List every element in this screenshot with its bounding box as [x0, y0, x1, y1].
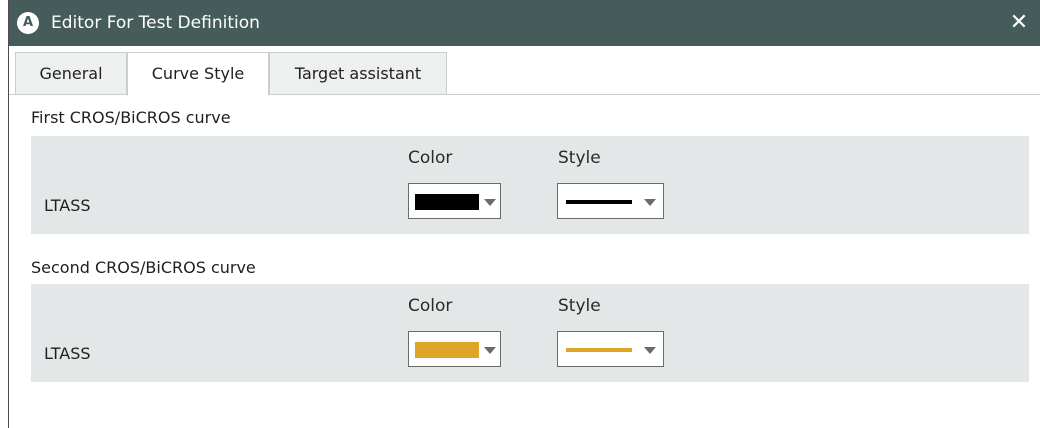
first-style-dropdown[interactable]: [557, 183, 664, 219]
section-title-first-curve: First CROS/BiCROS curve: [31, 108, 231, 127]
left-window-border: [0, 0, 9, 428]
row-label-ltass: LTASS: [44, 196, 91, 215]
first-color-dropdown[interactable]: [408, 183, 501, 219]
second-color-dropdown[interactable]: [408, 331, 501, 367]
section-title-second-curve: Second CROS/BiCROS curve: [31, 258, 256, 277]
color-swatch: [415, 342, 479, 358]
close-icon[interactable]: ✕: [1004, 8, 1034, 38]
tab-bar: General Curve Style Target assistant: [9, 52, 1040, 96]
caret-down-icon: [484, 199, 496, 206]
editor-window: A Editor For Test Definition ✕ General C…: [9, 0, 1040, 428]
tab-general[interactable]: General: [15, 52, 127, 95]
line-style-preview: [566, 348, 632, 352]
line-style-preview: [566, 200, 632, 204]
second-curve-panel: Color Style LTASS: [31, 284, 1029, 382]
window-title: Editor For Test Definition: [51, 13, 260, 33]
title-bar: A Editor For Test Definition ✕: [9, 0, 1040, 46]
first-curve-panel: Color Style LTASS: [31, 136, 1029, 234]
second-style-dropdown[interactable]: [557, 331, 664, 367]
caret-down-icon: [644, 347, 656, 354]
tab-target-assistant[interactable]: Target assistant: [269, 52, 447, 95]
tab-curve-style[interactable]: Curve Style: [127, 52, 269, 96]
style-column-header: Style: [558, 296, 601, 316]
color-swatch: [415, 194, 479, 210]
caret-down-icon: [644, 199, 656, 206]
row-label-ltass: LTASS: [44, 344, 91, 363]
style-column-header: Style: [558, 148, 601, 168]
app-icon: A: [17, 12, 39, 34]
caret-down-icon: [484, 347, 496, 354]
color-column-header: Color: [408, 296, 453, 316]
color-column-header: Color: [408, 148, 453, 168]
